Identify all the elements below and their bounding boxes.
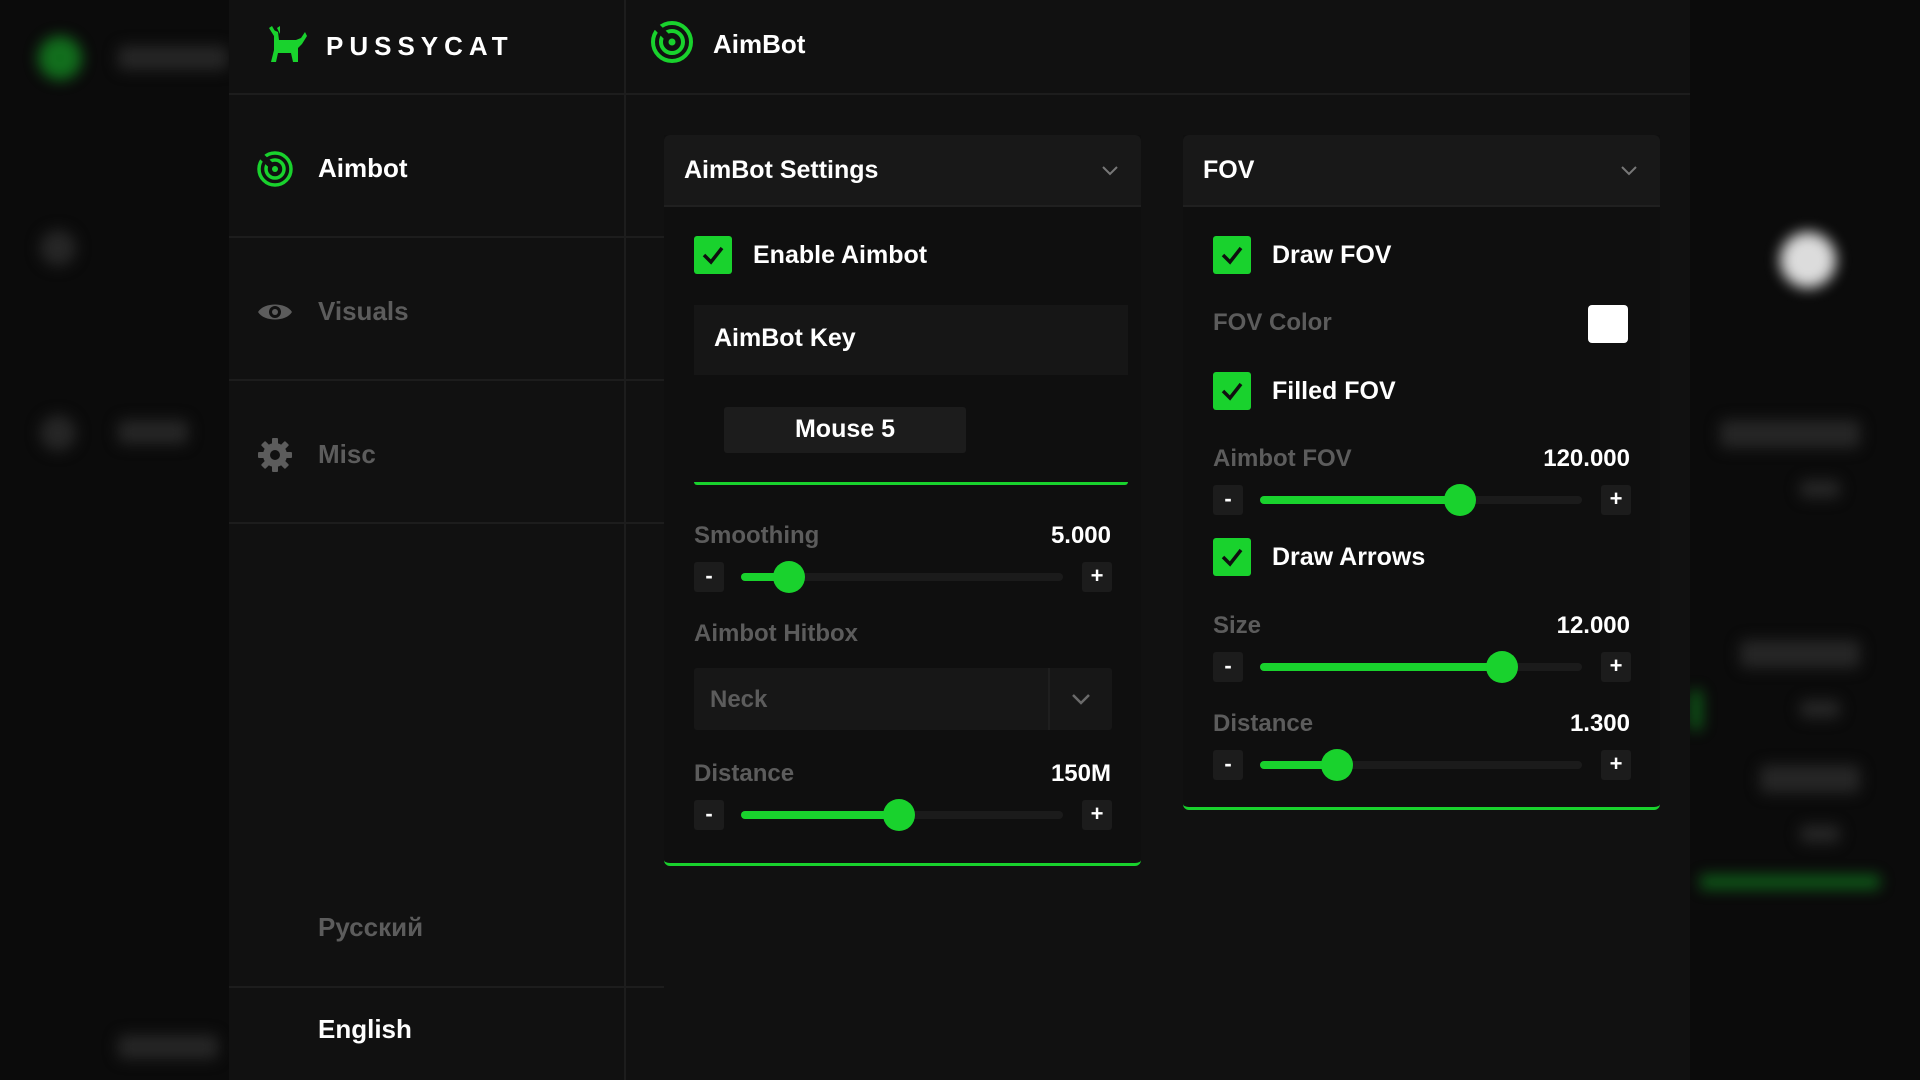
hitbox-label: Aimbot Hitbox	[694, 620, 858, 647]
aimbot-key-header: AimBot Key	[694, 305, 1128, 375]
distance-slider[interactable]	[741, 799, 1063, 831]
slider-knob[interactable]	[1321, 749, 1354, 781]
size-slider[interactable]	[1260, 651, 1582, 683]
radar-icon	[256, 151, 293, 187]
slider-fill	[741, 811, 899, 819]
language-russian[interactable]: Русский	[318, 912, 423, 943]
aimbot-fov-decrement-button[interactable]: -	[1213, 485, 1243, 515]
key-section-border	[694, 482, 1128, 485]
cat-logo-icon	[269, 26, 307, 62]
draw-fov-checkbox[interactable]	[1213, 236, 1251, 274]
panel-header[interactable]: FOV	[1183, 135, 1660, 207]
fov-color-swatch[interactable]	[1588, 305, 1628, 343]
hitbox-select[interactable]: Neck	[694, 668, 1112, 730]
check-icon	[1221, 548, 1243, 567]
filled-fov-checkbox[interactable]	[1213, 372, 1251, 410]
aimbot-settings-panel: AimBot Settings Enable Aimbot AimBot Key…	[664, 135, 1141, 866]
smoothing-increment-button[interactable]: +	[1082, 562, 1112, 592]
draw-arrows-checkbox[interactable]	[1213, 538, 1251, 576]
sidebar-item-aimbot[interactable]: Aimbot	[229, 95, 664, 238]
sidebar-item-visuals[interactable]: Visuals	[229, 238, 664, 381]
aimbot-fov-slider[interactable]	[1260, 484, 1582, 516]
divider	[229, 986, 664, 988]
sidebar-item-label: Misc	[318, 439, 376, 469]
sidebar: PUSSYCAT Aimbot Visuals Misc Русский Eng…	[229, 0, 664, 1080]
gear-icon	[258, 438, 292, 472]
header: AimBot	[626, 0, 1690, 95]
aimbot-key-button[interactable]: Mouse 5	[724, 407, 966, 453]
enable-aimbot-label: Enable Aimbot	[753, 241, 928, 269]
fov-distance-slider[interactable]	[1260, 749, 1582, 781]
hitbox-selected-value: Neck	[710, 686, 768, 713]
aimbot-key-label: AimBot Key	[714, 324, 856, 352]
language-english[interactable]: English	[318, 1014, 412, 1045]
check-icon	[702, 246, 724, 265]
slider-knob[interactable]	[1443, 484, 1476, 516]
aimbot-fov-increment-button[interactable]: +	[1601, 485, 1631, 515]
distance-label: Distance	[694, 760, 795, 787]
fov-panel: FOV Draw FOV FOV Color Filled FOV Aimbot…	[1183, 135, 1660, 810]
smoothing-value: 5.000	[1050, 522, 1111, 549]
slider-knob[interactable]	[1485, 651, 1518, 683]
smoothing-slider[interactable]	[741, 561, 1063, 593]
fov-distance-increment-button[interactable]: +	[1601, 750, 1631, 780]
dropdown-arrow[interactable]	[1048, 668, 1112, 730]
aimbot-fov-label: Aimbot FOV	[1213, 445, 1352, 472]
brand-name: PUSSYCAT	[326, 31, 514, 61]
sidebar-item-label: Aimbot	[318, 153, 408, 183]
aimbot-fov-value: 120.000	[1543, 445, 1630, 472]
smoothing-label: Smoothing	[694, 522, 820, 549]
fov-distance-value: 1.300	[1569, 710, 1630, 737]
draw-fov-label: Draw FOV	[1272, 241, 1392, 269]
slider-knob[interactable]	[773, 561, 806, 593]
slider-knob[interactable]	[882, 799, 915, 831]
panel-title: FOV	[1203, 156, 1255, 184]
chevron-down-icon	[1072, 694, 1090, 705]
distance-decrement-button[interactable]: -	[694, 800, 724, 830]
sidebar-item-misc[interactable]: Misc	[229, 381, 664, 524]
panel-title: AimBot Settings	[684, 156, 879, 184]
size-increment-button[interactable]: +	[1601, 652, 1631, 682]
distance-increment-button[interactable]: +	[1082, 800, 1112, 830]
distance-value: 150M	[1050, 760, 1111, 787]
check-icon	[1221, 246, 1243, 265]
eye-icon	[258, 304, 292, 320]
chevron-down-icon[interactable]	[1620, 161, 1638, 179]
page-title: AimBot	[713, 29, 806, 59]
panel-header[interactable]: AimBot Settings	[664, 135, 1141, 207]
filled-fov-label: Filled FOV	[1272, 377, 1396, 405]
app-window: PUSSYCAT Aimbot Visuals Misc Русский Eng…	[229, 0, 1690, 1080]
check-icon	[1221, 382, 1243, 401]
draw-arrows-label: Draw Arrows	[1272, 543, 1426, 571]
fov-distance-decrement-button[interactable]: -	[1213, 750, 1243, 780]
fov-distance-label: Distance	[1213, 710, 1314, 737]
slider-fill	[1260, 663, 1502, 671]
size-label: Size	[1213, 612, 1262, 639]
size-value: 12.000	[1556, 612, 1630, 639]
brand: PUSSYCAT	[229, 0, 624, 95]
slider-fill	[1260, 496, 1460, 504]
smoothing-decrement-button[interactable]: -	[694, 562, 724, 592]
chevron-down-icon[interactable]	[1101, 161, 1119, 179]
radar-icon	[651, 21, 693, 63]
fov-color-label: FOV Color	[1213, 309, 1332, 336]
sidebar-item-label: Visuals	[318, 296, 409, 326]
size-decrement-button[interactable]: -	[1213, 652, 1243, 682]
enable-aimbot-checkbox[interactable]	[694, 236, 732, 274]
